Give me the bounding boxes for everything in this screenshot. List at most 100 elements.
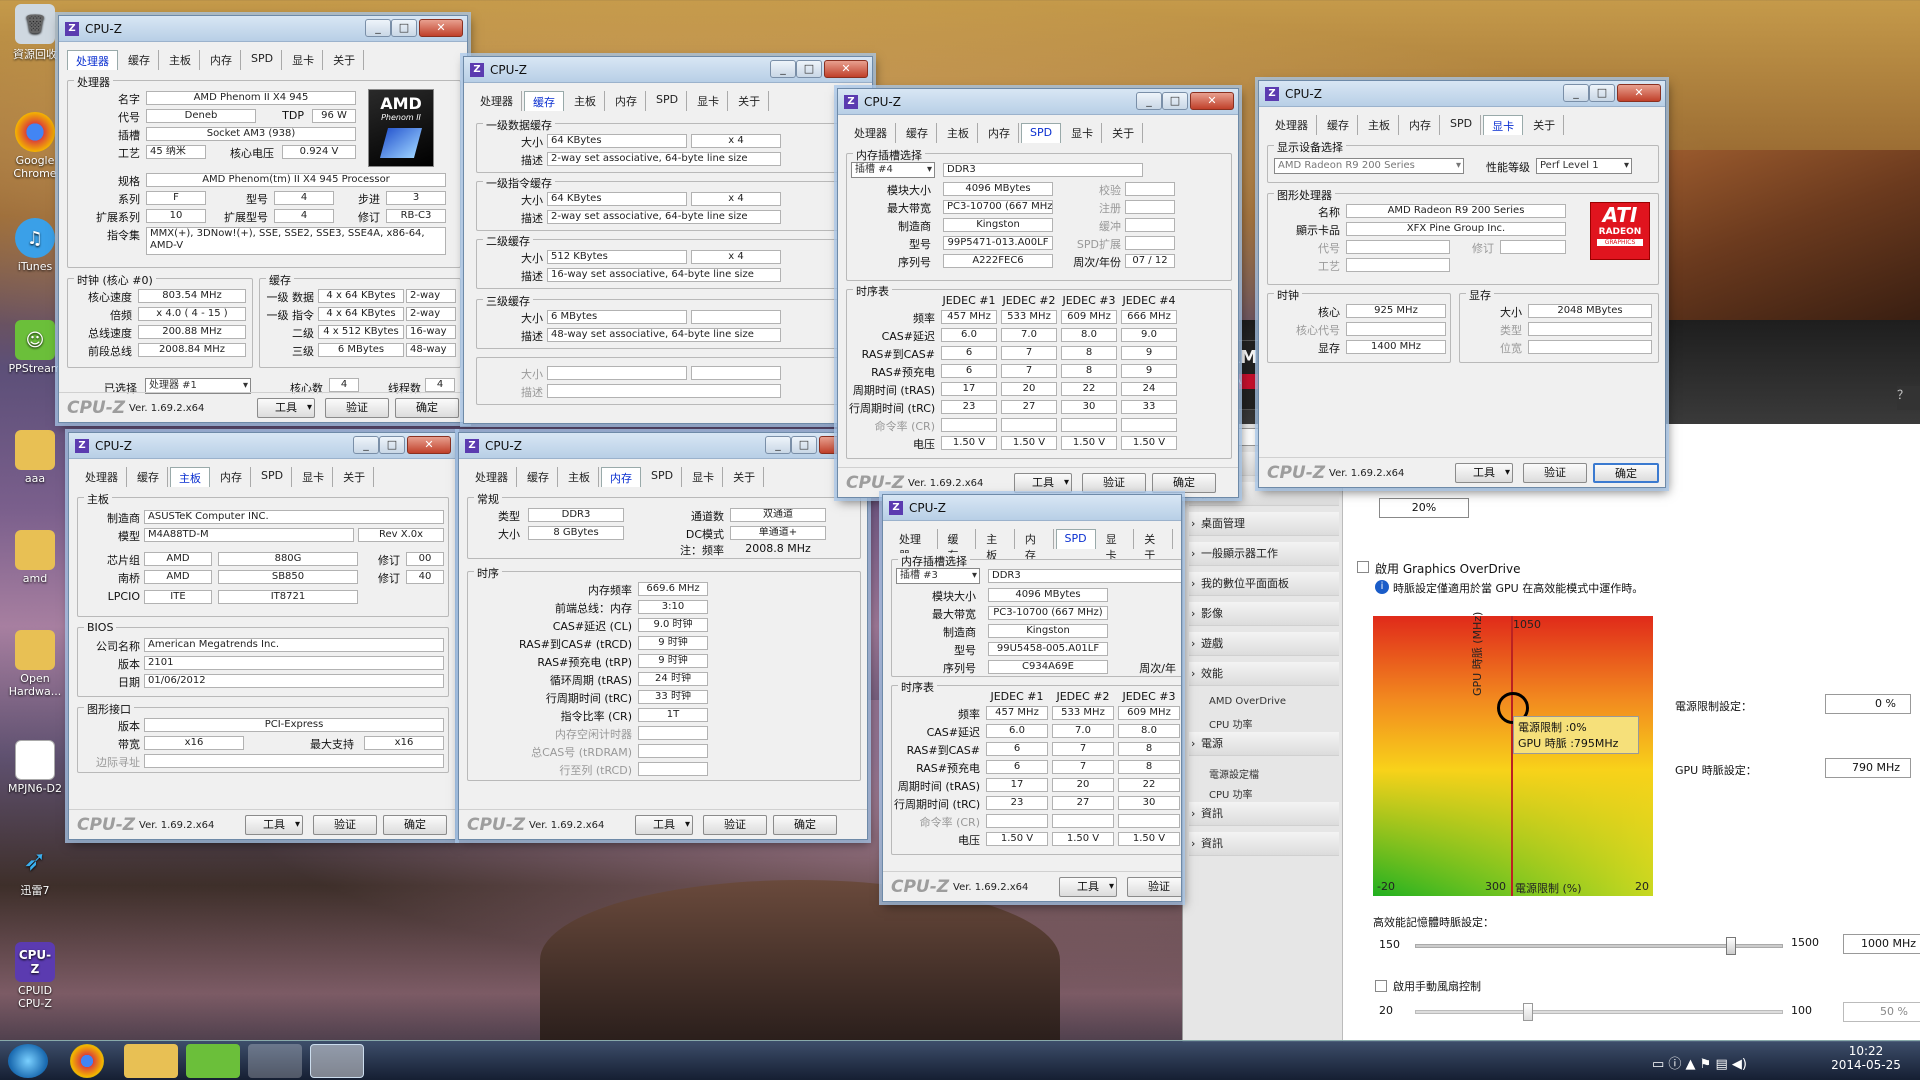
- menu-video[interactable]: 影像: [1189, 602, 1339, 626]
- tab-memory[interactable]: 内存: [202, 50, 241, 70]
- help-button[interactable]: ？: [1897, 386, 1920, 410]
- tab-about[interactable]: 关于: [730, 91, 770, 111]
- minimize-button[interactable]: _: [1136, 92, 1162, 110]
- tools-button[interactable]: 工具: [257, 398, 315, 418]
- tab-mainboard[interactable]: 主板: [560, 467, 599, 487]
- tab-graphics[interactable]: 显卡: [1483, 115, 1524, 135]
- validate-button[interactable]: 验证: [313, 815, 377, 835]
- submenu-amd-overdrive[interactable]: AMD OverDrive: [1209, 696, 1286, 707]
- tab-caches[interactable]: 缓存: [1319, 115, 1358, 135]
- tab-caches[interactable]: 缓存: [120, 50, 159, 70]
- tab-mainboard[interactable]: 主板: [170, 467, 210, 487]
- submenu-cpu-power[interactable]: CPU 功率: [1209, 716, 1253, 731]
- cpuz-taskbar-icon[interactable]: [310, 1044, 364, 1078]
- tab-about[interactable]: 关于: [325, 50, 365, 70]
- memory-clock-slider-thumb[interactable]: [1725, 937, 1736, 955]
- title-bar[interactable]: ZCPU-Z_□✕: [464, 57, 872, 83]
- tab-memory[interactable]: 内存: [212, 467, 251, 487]
- ok-button[interactable]: 确定: [1593, 463, 1659, 483]
- close-button[interactable]: ✕: [419, 19, 463, 37]
- ok-button[interactable]: 确定: [1152, 473, 1216, 493]
- title-bar[interactable]: Z CPU-Z: [883, 495, 1181, 521]
- tab-memory[interactable]: 内存: [1401, 115, 1440, 135]
- display-device-select[interactable]: AMD Radeon R9 200 Series: [1274, 158, 1464, 174]
- validate-button[interactable]: 验证: [1082, 473, 1146, 493]
- memory-clock-input[interactable]: 1000 MHz: [1843, 934, 1920, 954]
- tab-graphics[interactable]: 显卡: [689, 91, 729, 111]
- menu-info-2[interactable]: 資訊: [1189, 832, 1339, 856]
- maximize-button[interactable]: □: [1589, 84, 1615, 102]
- tab-cpu[interactable]: 处理器: [77, 467, 127, 487]
- desktop-icon-recycle-bin[interactable]: 🗑 資源回收: [4, 4, 66, 62]
- tab-graphics[interactable]: 显卡: [1063, 123, 1103, 143]
- desktop-icon-itunes[interactable]: ♫ iTunes: [4, 218, 66, 273]
- tab-spd[interactable]: SPD: [1055, 529, 1096, 549]
- overdrive-graph[interactable]: 1050 300 -20 20 電源限制 (%) GPU 時脈 (MHz) 電源…: [1373, 612, 1653, 896]
- menu-common-display-tasks[interactable]: 一般顯示器工作: [1189, 542, 1339, 566]
- menu-desktop-management[interactable]: 桌面管理: [1189, 512, 1339, 536]
- gpu-clock-input[interactable]: 790 MHz: [1825, 758, 1911, 778]
- validate-button[interactable]: 验证: [325, 398, 389, 418]
- tab-graphics[interactable]: 显卡: [294, 467, 334, 487]
- tab-mainboard[interactable]: 主板: [1360, 115, 1399, 135]
- desktop-icon-xunlei[interactable]: ➶ 迅雷7: [4, 840, 66, 898]
- overdrive-checkbox[interactable]: [1357, 561, 1369, 573]
- desktop-icon-cpuz[interactable]: CPU-Z CPUID CPU-Z: [4, 942, 66, 1010]
- fan-slider[interactable]: [1415, 1003, 1783, 1021]
- clock[interactable]: 10:22 2014-05-25: [1826, 1044, 1906, 1072]
- tab-graphics[interactable]: 显卡: [684, 467, 724, 487]
- tab-mainboard[interactable]: 主板: [161, 50, 200, 70]
- validate-button[interactable]: 验证: [1523, 463, 1587, 483]
- app-taskbar-icon[interactable]: [248, 1044, 302, 1078]
- title-bar[interactable]: ZCPU-Z_□✕: [1259, 81, 1665, 107]
- menu-my-digital-flat-panels[interactable]: 我的數位平面面板: [1189, 572, 1339, 596]
- title-bar[interactable]: ZCPU-Z_□✕: [59, 16, 467, 42]
- tab-spd[interactable]: SPD: [1442, 115, 1482, 135]
- validate-button[interactable]: 验证: [1127, 877, 1181, 897]
- tab-memory[interactable]: 内存: [1017, 529, 1054, 562]
- tools-button[interactable]: 工具: [635, 815, 693, 835]
- tab-cpu[interactable]: 处理器: [846, 123, 896, 143]
- tab-about[interactable]: 关于: [335, 467, 375, 487]
- close-button[interactable]: ✕: [1190, 92, 1234, 110]
- tab-about[interactable]: 关于: [1525, 115, 1565, 135]
- close-button[interactable]: ✕: [407, 436, 451, 454]
- tab-mainboard[interactable]: 主板: [566, 91, 605, 111]
- minimize-button[interactable]: _: [353, 436, 379, 454]
- perf-level-select[interactable]: Perf Level 1: [1536, 158, 1632, 174]
- tab-cpu[interactable]: 处理器: [891, 529, 938, 562]
- tools-button[interactable]: 工具: [1455, 463, 1513, 483]
- fan-control-checkbox[interactable]: [1375, 980, 1387, 992]
- tab-caches[interactable]: 缓存: [940, 529, 977, 562]
- desktop-icon-chrome[interactable]: Google Chrome: [4, 112, 66, 180]
- tab-about[interactable]: 关于: [1104, 123, 1144, 143]
- tab-about[interactable]: 关于: [725, 467, 765, 487]
- title-bar[interactable]: ZCPU-Z_□✕: [459, 433, 867, 459]
- desktop-icon-amd[interactable]: amd: [4, 530, 66, 585]
- tab-caches[interactable]: 缓存: [524, 91, 564, 111]
- tab-graphics[interactable]: 显卡: [1098, 529, 1135, 562]
- memory-clock-slider[interactable]: [1415, 937, 1783, 955]
- tab-spd[interactable]: SPD: [253, 467, 293, 487]
- tab-spd[interactable]: SPD: [1021, 123, 1062, 143]
- menu-gaming[interactable]: 遊戲: [1189, 632, 1339, 656]
- title-bar[interactable]: ZCPU-Z_□✕: [69, 433, 455, 459]
- menu-info[interactable]: 資訊: [1189, 802, 1339, 826]
- tab-memory[interactable]: 内存: [601, 467, 641, 487]
- minimize-button[interactable]: _: [365, 19, 391, 37]
- system-tray-icons[interactable]: ▭ ⓘ ▲ ⚑ ▤ ◀): [1652, 1053, 1747, 1072]
- close-button[interactable]: ✕: [824, 60, 868, 78]
- tab-cpu[interactable]: 处理器: [467, 467, 517, 487]
- tab-graphics[interactable]: 显卡: [284, 50, 324, 70]
- ok-button[interactable]: 确定: [773, 815, 837, 835]
- menu-performance[interactable]: 效能: [1189, 662, 1339, 686]
- desktop-icon-aaa[interactable]: aaa: [4, 430, 66, 485]
- submenu-power-profile[interactable]: 電源設定檔: [1209, 766, 1259, 781]
- tab-mainboard[interactable]: 主板: [978, 529, 1015, 562]
- ok-button[interactable]: 确定: [383, 815, 447, 835]
- tools-button[interactable]: 工具: [1014, 473, 1072, 493]
- power-limit-input[interactable]: 0 %: [1825, 694, 1911, 714]
- title-bar[interactable]: ZCPU-Z_□✕: [838, 89, 1238, 115]
- menu-power[interactable]: 電源: [1189, 732, 1339, 756]
- desktop-icon-open-hardware[interactable]: Open Hardwa...: [4, 630, 66, 698]
